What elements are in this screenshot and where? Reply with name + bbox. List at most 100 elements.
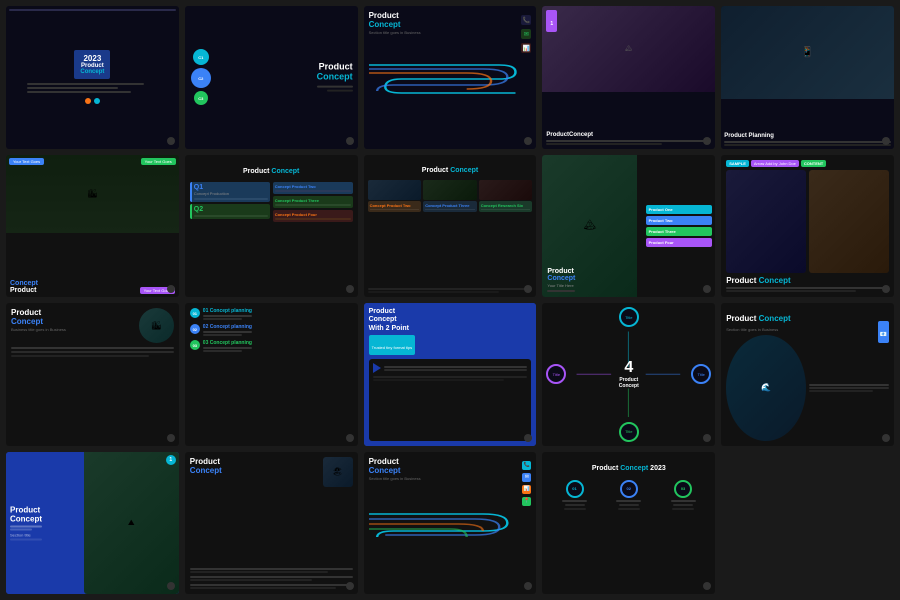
line2 (724, 144, 891, 146)
title-white: Product (592, 465, 620, 472)
concept-box2: Concept Product Three (273, 196, 353, 208)
photo-right (809, 170, 889, 274)
c3-line (275, 218, 351, 220)
slide-r1c5[interactable]: 📱 Product Planning (721, 6, 894, 149)
title: ProductConceptWith 2 Point (369, 308, 532, 333)
text-col (809, 335, 889, 441)
q2-label: Q2 (194, 206, 268, 213)
title-row: Product Concept (726, 276, 889, 292)
slide-r2c1[interactable]: 🏙 Your Text Goes Your Text Goes Concept … (6, 155, 179, 298)
title-cyan: Concept (759, 276, 791, 285)
slide-r2c4[interactable]: 🏔 Product Concept Your Title Here Produc… (542, 155, 715, 298)
label1: Concept Product Two (368, 201, 422, 212)
label-two: Product Two (646, 216, 713, 225)
title: Product (369, 11, 421, 20)
concept-circles: C1 C2 C3 (191, 49, 211, 105)
circle-top-inner: Title (619, 307, 639, 327)
li2-l2 (190, 579, 312, 581)
tag-sample: SAMPLE (726, 160, 749, 167)
icon-mail: ✉ (521, 29, 531, 39)
title: ProductConcept (546, 132, 711, 138)
dark-box (369, 359, 532, 440)
num-circle2: 02 (190, 324, 200, 334)
q-col: Q1 Concept Production Q2 (190, 182, 270, 293)
title2: Concept (190, 466, 222, 475)
photo-placeholder: 🏔 (625, 45, 633, 52)
num-label: 1 (550, 21, 553, 27)
step02-num: 02 (627, 486, 631, 491)
items-col (190, 490, 353, 590)
slide-r4c1[interactable]: Product Concept Section title goes in Bu… (721, 303, 894, 446)
slide-r4c5[interactable]: Product Concept 2023 01 02 (542, 452, 715, 595)
cb-label: Title (625, 429, 632, 434)
i1-line2 (203, 318, 242, 320)
slide-r1c1[interactable]: 2023 Product Concept (6, 6, 179, 149)
side-dots (9, 9, 176, 11)
tl2 (809, 387, 889, 389)
q2-line (194, 215, 268, 217)
i2-line1 (203, 331, 252, 333)
tl1 (809, 384, 889, 386)
concept-label1: Concept Product Two (275, 184, 351, 189)
icon3: 📊 (522, 485, 531, 494)
overlay-title: Product Concept Your Title Here (547, 268, 575, 292)
circle-one-label: C1 (198, 55, 203, 60)
item2-text: 02 Concept planning (203, 324, 252, 336)
icon2-sym: ✉ (525, 474, 529, 480)
line3 (11, 355, 149, 357)
slide-r4c3[interactable]: Product Concept 🏖 (185, 452, 358, 595)
title-block: Product Concept Business title goes in B… (11, 308, 66, 332)
step02-circle: 02 (620, 480, 638, 498)
slide-r1c4[interactable]: 🏔 1 ProductConcept (542, 6, 715, 149)
photo2 (423, 180, 477, 200)
slide-r4c4[interactable]: Product Concept Section title goes in Bu… (364, 452, 537, 595)
title-line (317, 86, 353, 88)
dl2 (384, 369, 528, 371)
i2-line2 (203, 334, 242, 336)
dot-orange (85, 98, 91, 104)
icons-col: 📞 ✉ 📊 📍 (522, 461, 531, 506)
i3-line2 (203, 350, 242, 352)
step03-circle: 03 (674, 480, 692, 498)
title-line2 (327, 90, 352, 92)
slide-r2c2[interactable]: Product Concept Q1 Concept Production Q2 (185, 155, 358, 298)
mountain-emoji: 🏔 (584, 220, 597, 231)
icon-chart: 📊 (521, 43, 531, 53)
slide-r3c4[interactable]: ProductConceptWith 2 Point Trusted tiny … (364, 303, 537, 446)
icon-symbol: 📧 (880, 332, 887, 338)
subtitle: Your Title Here (547, 283, 575, 288)
subtitle-badge: Trusted tiny format tips (369, 335, 416, 355)
slide-r3c2[interactable]: Product Concept Business title goes in B… (6, 303, 179, 446)
slide-r3c1[interactable]: SAMPLE Arrow Add by John Doe CONTENT Pro… (721, 155, 894, 298)
concept-label3: Concept Product Four (275, 212, 351, 217)
slide-r1c3[interactable]: Product Concept Section title goes in Bu… (364, 6, 537, 149)
line1 (27, 83, 144, 85)
num3: 03 (193, 343, 197, 348)
slide-r4c2[interactable]: ⛰ 1 Product Concept Section title (6, 452, 179, 595)
title-line2 (10, 528, 32, 530)
title: Product (547, 268, 575, 275)
s02-l2 (619, 504, 639, 506)
num-circle1: 01 (190, 308, 200, 318)
line2 (27, 87, 118, 89)
title2: Concept (10, 514, 42, 523)
icons-col: 📞 ✉ 📊 (521, 15, 531, 53)
line2 (546, 143, 661, 145)
item3-text: 03 Concept planning (203, 340, 252, 352)
center-content: 4 Product Concept (619, 359, 639, 389)
slide-r3c5[interactable]: 4 Product Concept Title Title Title (542, 303, 715, 446)
slide-r2c3[interactable]: Product Concept Concept Product Two Conc… (364, 155, 537, 298)
slide-r1c2[interactable]: C1 C2 C3 Product Concept (185, 6, 358, 149)
slide-r3c3[interactable]: 01 01 Concept planning 02 02 Concept pla… (185, 303, 358, 446)
three-col-grid: Concept Product Two Concept Product Thre… (368, 180, 533, 286)
num: 1 (169, 457, 172, 463)
num-circle3: 03 (190, 340, 200, 350)
num1: 01 (193, 311, 197, 316)
li2-l1 (190, 576, 353, 578)
l3-line (481, 209, 531, 210)
photo-area: 🏔 (542, 6, 715, 92)
q1-line (194, 198, 268, 200)
tag-content: CONTENT (801, 160, 826, 167)
header: Product Concept Section title goes in Bu… (369, 11, 532, 53)
icon1-sym: 📞 (524, 462, 530, 468)
